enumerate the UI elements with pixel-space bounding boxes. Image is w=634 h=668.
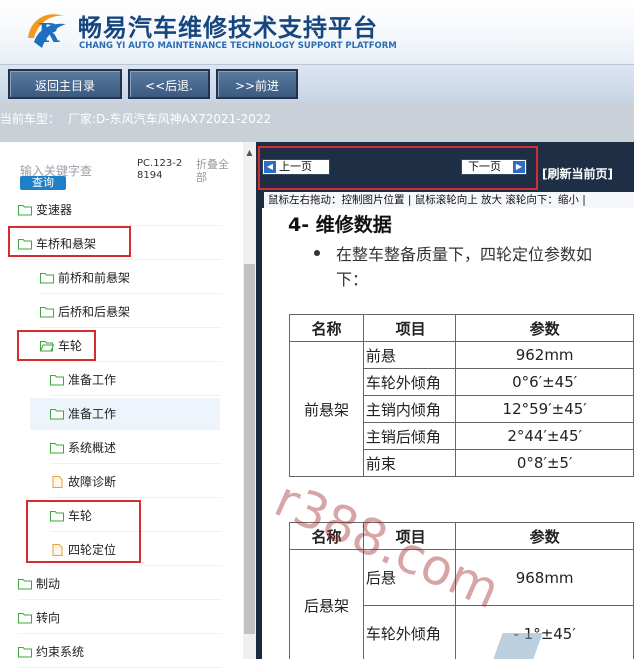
tree-item-label: 制动 [36,577,61,591]
folder-icon [40,306,54,317]
scroll-thumb[interactable] [244,264,255,634]
tree-item[interactable]: 变速器 [18,194,222,226]
table-group-cell: 前悬架 [289,341,364,477]
tree-item-label: 车轮 [68,509,93,523]
header: R 畅易汽车维修技术支持平台 CHANG YI AUTO MAINTENANCE… [0,0,634,64]
sidebar-scrollbar[interactable]: ▲ [243,142,256,659]
tree-item[interactable]: 车轮 [40,330,222,362]
tree-item[interactable]: 四轮定位 [50,534,222,566]
tree-item-label: 变速器 [36,203,73,217]
home-button[interactable]: 返回主目录 [8,69,122,99]
document-page[interactable]: 4- 维修数据 在整车整备质量下，四轮定位参数如 下： 名称 项目 参数 前悬架… [262,208,634,659]
vehicle-bar: 当前车型： 厂家:D-东风汽车风神AX72021-2022 [0,102,634,142]
collapse-all-link[interactable]: 折叠全部 [196,158,236,184]
prev-page-label: 上一页 [279,160,312,173]
svg-text:R: R [38,19,60,49]
tree-item-label: 准备工作 [68,373,117,387]
tree-item-label: 约束系统 [36,645,85,659]
nav-bar: 返回主目录 <<后退. >>前进 [0,64,634,102]
folder-icon [18,204,32,215]
table-header: 参数 [455,314,634,342]
folder-icon [50,374,64,385]
tree-item-label: 准备工作 [68,407,117,421]
site-title: 畅易汽车维修技术支持平台 [78,14,378,42]
tree-item-label: 前桥和前悬架 [58,271,131,285]
arrow-left-icon: ◀ [264,161,276,173]
back-button[interactable]: <<后退. [128,69,210,99]
bullet-icon [314,250,320,256]
table-cell: 962mm [455,341,634,369]
tree-item[interactable]: 准备工作 [50,364,222,396]
tree-item[interactable]: 系统概述 [50,432,222,464]
forward-button[interactable]: >>前进 [216,69,298,99]
vehicle-label: 当前车型： [0,112,61,126]
table-group-cell: 后悬架 [289,549,364,659]
tree-item-label: 转向 [36,611,61,625]
table-cell: 前束 [362,449,457,477]
tree-item-label: 系统概述 [68,441,117,455]
table-cell: 2°44′±45′ [455,422,634,450]
table-cell: 主销内倾角 [362,395,457,423]
refresh-page-link[interactable]: [刷新当前页] [542,165,613,182]
next-page-button[interactable]: 下一页 ▶ [461,159,527,175]
table-cell: 0°8′±5′ [455,449,634,477]
logo-icon: R [28,14,66,49]
mouse-hint: 鼠标左右拖动：控制图片位置 | 鼠标滚轮向上 放大 滚轮向下：缩小 | [264,192,634,208]
scroll-up-arrow-icon[interactable]: ▲ [243,148,256,158]
arrow-right-icon: ▶ [513,161,525,173]
document-viewer: ◀ 上一页 下一页 ▶ [刷新当前页] 鼠标左右拖动：控制图片位置 | 鼠标滚轮… [256,142,634,659]
table-cell: 车轮外倾角 [362,605,457,659]
document-icon [52,475,63,488]
folder-icon [18,646,32,657]
tree-item[interactable]: 车轮 [50,500,222,532]
section-title: 4- 维修数据 [288,214,392,236]
tree-item[interactable]: 约束系统 [18,636,222,668]
tree-item-label: 故障诊断 [68,475,117,489]
vehicle-value: 厂家:D-东风汽车风神AX72021-2022 [68,112,272,126]
folder-open-icon [40,340,54,351]
document-icon [52,543,63,556]
tree-item-label: 车轮 [58,339,83,353]
table-header: 参数 [455,522,634,550]
search-button[interactable]: 查询 [20,176,66,190]
table-cell: 0°6′±45′ [455,368,634,396]
table-header: 项目 [362,314,457,342]
tree-item[interactable]: 故障诊断 [50,466,222,498]
tree-item-label: 车桥和悬架 [36,237,97,251]
sidebar: 输入关键字查 查询 PC.123-28194 折叠全部 变速器 车桥和悬架 前桥和前… [0,142,256,668]
folder-icon [18,238,32,249]
front-suspension-table: 名称 项目 参数 前悬架 前悬 962mm 车轮外倾角 0°6′±45′ 主销内… [289,314,634,477]
viewer-toolbar: ◀ 上一页 下一页 ▶ [刷新当前页] [256,142,634,192]
tree-item[interactable]: 制动 [18,568,222,600]
tree-item[interactable]: 前桥和前悬架 [40,262,222,294]
bullet-text-continued: 下： [336,270,369,289]
folder-icon [40,272,54,283]
prev-page-button[interactable]: ◀ 上一页 [262,159,330,175]
table-header: 名称 [289,314,364,342]
pc-code: PC.123-28194 [137,158,183,181]
next-page-label: 下一页 [468,160,501,173]
folder-icon [18,578,32,589]
folder-icon [18,612,32,623]
tree-item-label: 后桥和后悬架 [58,305,131,319]
tree-item-label: 四轮定位 [68,543,117,557]
folder-icon [50,442,64,453]
tree-item[interactable]: 后桥和后悬架 [40,296,222,328]
table-cell: 主销后倾角 [362,422,457,450]
tree-item[interactable]: 准备工作 [30,398,220,430]
tree-item[interactable]: 转向 [18,602,222,634]
site-subtitle: CHANG YI AUTO MAINTENANCE TECHNOLOGY SUP… [79,41,397,51]
table-cell: 12°59′±45′ [455,395,634,423]
table-cell: 车轮外倾角 [362,368,457,396]
folder-icon [50,408,64,419]
table-cell: 前悬 [362,341,457,369]
folder-icon [50,510,64,521]
bullet-text: 在整车整备质量下，四轮定位参数如 [336,245,593,264]
tree-item[interactable]: 车桥和悬架 [18,228,222,260]
